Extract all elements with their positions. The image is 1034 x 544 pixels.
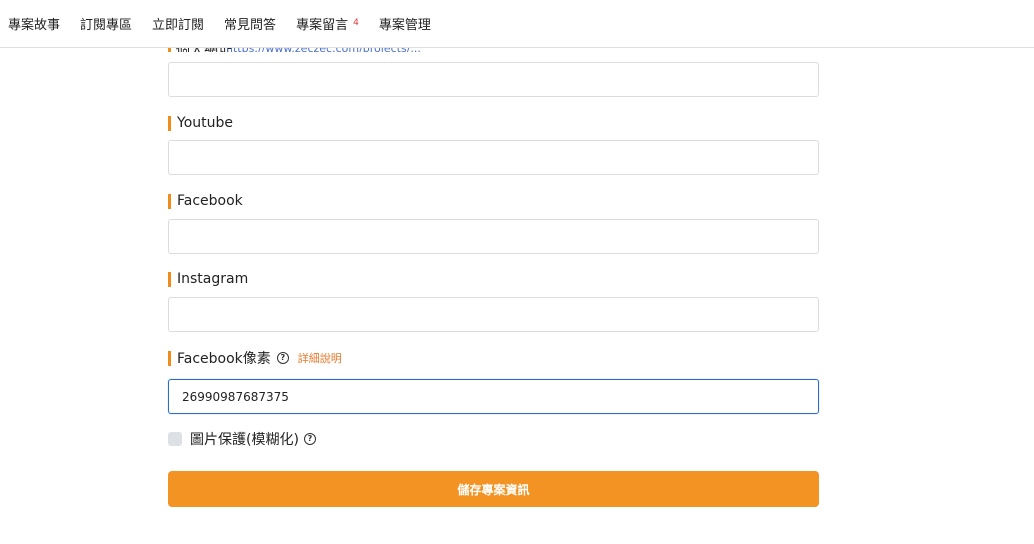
- nav-item-subscribe-now[interactable]: 立即訂閱: [152, 14, 204, 33]
- nav-item-faq[interactable]: 常見問答: [224, 14, 276, 33]
- nav-item-label: 立即訂閱: [152, 18, 205, 33]
- image-protection-row: 圖片保護(模糊化) ?: [168, 429, 316, 449]
- partial-field-input[interactable]: [168, 62, 819, 97]
- comments-count-badge: 4: [353, 17, 359, 28]
- youtube-label: Youtube: [168, 114, 233, 132]
- facebook-pixel-label: Facebook像素 ? 詳細說明: [168, 349, 342, 367]
- nav-item-subscription-area[interactable]: 訂閱專區: [80, 14, 132, 33]
- instagram-label: Instagram: [168, 270, 248, 288]
- save-project-info-button[interactable]: 儲存專案資訊: [168, 471, 819, 507]
- instagram-input[interactable]: [168, 297, 819, 332]
- nav-item-project-management[interactable]: 專案管理: [379, 14, 431, 33]
- nav-item-project-story[interactable]: 專案故事: [8, 14, 60, 33]
- nav-item-label: 訂閱專區: [80, 18, 133, 33]
- label-accent-bar: [168, 193, 171, 209]
- label-accent-bar: [168, 115, 171, 131]
- nav-item-comments[interactable]: 專案留言 4: [296, 14, 359, 34]
- youtube-label-text: Youtube: [177, 115, 233, 131]
- image-protection-label[interactable]: 圖片保護(模糊化): [190, 429, 299, 449]
- instagram-label-text: Instagram: [177, 271, 249, 287]
- nav-item-label: 專案故事: [8, 18, 61, 33]
- youtube-input[interactable]: [168, 140, 819, 175]
- nav-item-label: 常見問答: [224, 18, 277, 33]
- facebook-input[interactable]: [168, 219, 819, 254]
- facebook-label: Facebook: [168, 192, 243, 210]
- question-circle-icon[interactable]: ?: [276, 352, 289, 364]
- facebook-pixel-label-text: Facebook像素: [177, 351, 271, 367]
- label-accent-bar: [168, 350, 171, 366]
- facebook-pixel-detail-link[interactable]: 詳細說明: [298, 350, 342, 366]
- facebook-pixel-input[interactable]: [168, 379, 819, 414]
- top-nav: 專案故事 訂閱專區 立即訂閱 常見問答 專案留言 4 專案管理: [0, 0, 1034, 48]
- nav-item-label: 專案留言: [296, 18, 349, 33]
- facebook-label-text: Facebook: [177, 193, 243, 209]
- nav-item-label: 專案管理: [378, 18, 431, 33]
- label-accent-bar: [168, 271, 171, 287]
- image-protection-checkbox[interactable]: [168, 432, 182, 446]
- question-circle-icon[interactable]: ?: [303, 433, 316, 445]
